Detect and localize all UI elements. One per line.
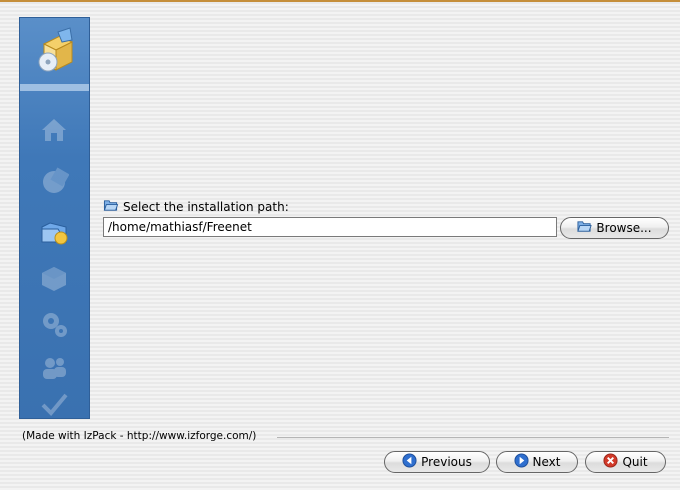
users-icon xyxy=(38,352,70,384)
close-icon xyxy=(603,453,618,471)
home-icon xyxy=(38,114,70,146)
panel-separator xyxy=(20,84,89,91)
wizard-steps-panel xyxy=(19,17,90,419)
open-folder-icon xyxy=(577,219,593,237)
packages-icon xyxy=(38,262,70,294)
gears-icon xyxy=(38,308,70,340)
arrow-right-icon xyxy=(513,453,529,471)
license-globe-icon xyxy=(38,166,70,198)
previous-button[interactable]: Previous xyxy=(384,451,490,473)
quit-button[interactable]: Quit xyxy=(585,451,666,473)
path-prompt: Select the installation path: xyxy=(103,198,289,215)
install-path-input[interactable]: /home/mathiasf/Freenet xyxy=(103,217,557,237)
open-folder-icon xyxy=(103,198,119,216)
browse-button-label: Browse... xyxy=(596,221,652,235)
izpack-credit: (Made with IzPack - http://www.izforge.c… xyxy=(22,430,257,442)
arrow-left-icon xyxy=(402,453,417,471)
path-prompt-label: Select the installation path: xyxy=(123,199,289,214)
folder-target-icon xyxy=(38,216,70,248)
previous-button-label: Previous xyxy=(421,455,472,469)
next-button[interactable]: Next xyxy=(496,451,578,473)
checkmark-icon xyxy=(38,388,70,420)
next-button-label: Next xyxy=(532,455,561,469)
path-selection-area: Select the installation path: xyxy=(103,198,289,215)
window-top-border xyxy=(0,0,680,2)
quit-button-label: Quit xyxy=(622,455,648,469)
browse-button[interactable]: Browse... xyxy=(560,217,669,239)
install-box-icon xyxy=(36,26,76,74)
footer-divider xyxy=(277,437,669,438)
